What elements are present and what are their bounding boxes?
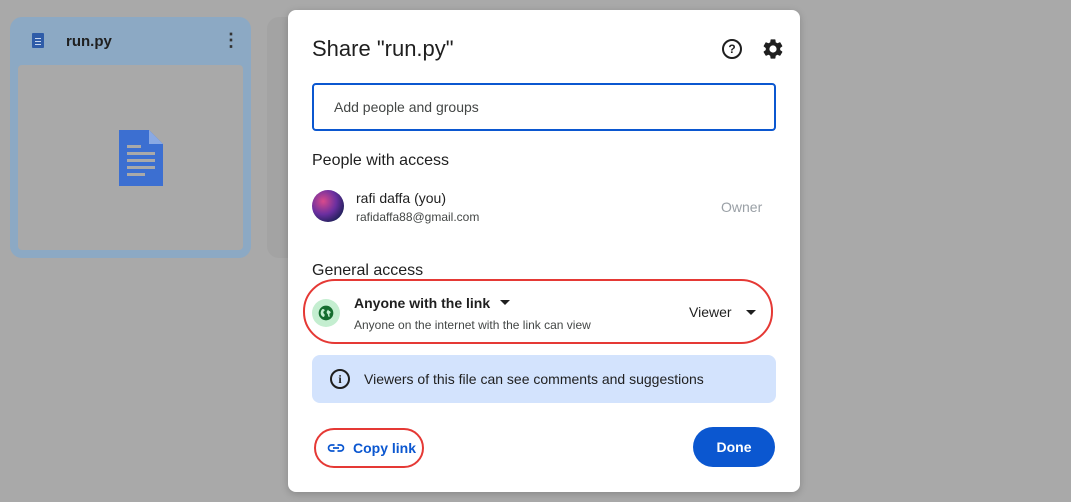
document-preview-icon (119, 130, 163, 186)
file-preview (18, 65, 243, 250)
info-banner: i Viewers of this file can see comments … (312, 355, 776, 403)
more-options-icon[interactable]: ⋮ (222, 31, 240, 51)
info-text: Viewers of this file can see comments an… (364, 371, 704, 387)
general-access-description: Anyone on the internet with the link can… (354, 318, 591, 332)
person-role: Owner (721, 199, 763, 215)
copy-link-label: Copy link (353, 440, 417, 456)
help-icon[interactable]: ? (722, 39, 742, 59)
avatar (312, 190, 344, 222)
copy-link-button[interactable]: Copy link (314, 428, 424, 468)
role-dropdown[interactable]: Viewer (689, 304, 732, 320)
globe-icon (312, 299, 340, 327)
done-button[interactable]: Done (693, 427, 775, 467)
general-access-title: General access (312, 262, 424, 279)
link-icon (327, 444, 345, 452)
info-icon: i (330, 369, 350, 389)
share-dialog: Share "run.py" ? People with access rafi… (288, 10, 800, 492)
doc-icon (32, 33, 44, 48)
chevron-down-icon[interactable] (500, 300, 510, 305)
file-card[interactable]: run.py ⋮ (10, 17, 251, 258)
person-email: rafidaffa88@gmail.com (356, 210, 480, 224)
people-section-title: People with access (312, 152, 449, 169)
chevron-down-icon[interactable] (746, 310, 756, 315)
file-name: run.py (66, 33, 112, 50)
general-access-dropdown[interactable]: Anyone with the link (354, 295, 490, 311)
person-name: rafi daffa (you) (356, 190, 447, 206)
dialog-title: Share "run.py" (312, 36, 454, 61)
add-people-input[interactable] (312, 83, 776, 131)
gear-icon[interactable] (761, 37, 785, 61)
